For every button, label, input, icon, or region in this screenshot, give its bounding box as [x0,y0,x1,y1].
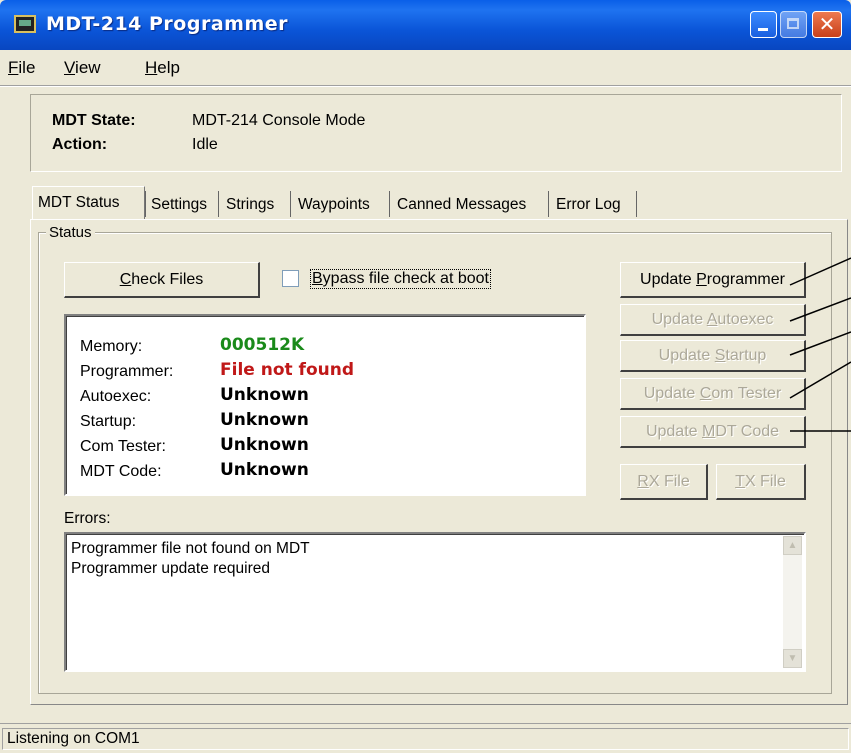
state-panel [30,94,842,172]
tab-canned-messages[interactable]: Canned Messages [397,193,526,219]
error-line: Programmer file not found on MDT [71,540,310,557]
tab-error-log[interactable]: Error Log [556,193,621,219]
tab-divider [389,191,390,217]
tab-settings[interactable]: Settings [151,193,207,219]
file-value-programmer: File not found [220,360,354,380]
file-name-mdt-code: MDT Code: [80,463,162,480]
minimize-icon [758,28,768,31]
rx-file-button[interactable]: RX File [620,464,708,500]
mdt-state-value: MDT-214 Console Mode [192,112,366,129]
close-button[interactable]: ✕ [812,11,842,38]
file-value-com-tester: Unknown [220,435,309,455]
tab-divider [548,191,549,217]
tab-mdt-status[interactable]: MDT Status [38,191,120,217]
tx-file-button[interactable]: TX File [716,464,806,500]
tab-divider [290,191,291,217]
file-name-com-tester: Com Tester: [80,438,166,455]
menu-bar: File View Help [0,52,851,82]
tab-divider [145,191,146,217]
file-name-autoexec: Autoexec: [80,388,152,405]
tab-divider [636,191,637,217]
mdt-state-label: MDT State: [52,112,136,129]
file-value-startup: Unknown [220,410,309,430]
update-startup-button[interactable]: Update Startup [620,340,806,372]
menu-file[interactable]: File [8,58,35,78]
errors-textbox[interactable]: Programmer file not found on MDT Program… [64,532,806,672]
scroll-up-icon[interactable]: ▲ [783,536,802,555]
update-autoexec-button[interactable]: Update Autoexec [620,304,806,336]
menu-help[interactable]: Help [145,58,180,78]
status-bar: Listening on COM1 [0,723,851,753]
tab-strings[interactable]: Strings [226,193,274,219]
update-programmer-button[interactable]: Update Programmer [620,262,806,298]
file-status-list: Memory: 000512K Programmer: File not fou… [64,314,586,496]
update-mdt-code-button[interactable]: Update MDT Code [620,416,806,448]
tab-waypoints[interactable]: Waypoints [298,193,370,219]
file-value-memory: 000512K [220,335,305,355]
update-com-tester-button[interactable]: Update Com Tester [620,378,806,410]
file-value-mdt-code: Unknown [220,460,309,480]
maximize-button[interactable] [780,11,807,38]
status-group-title: Status [46,224,95,241]
file-name-programmer: Programmer: [80,363,174,380]
action-value: Idle [192,136,218,153]
title-bar[interactable]: MDT-214 Programmer ✕ [0,0,851,50]
minimize-button[interactable] [750,11,777,38]
maximize-icon [787,18,799,29]
file-value-autoexec: Unknown [220,385,309,405]
errors-label: Errors: [64,510,111,527]
scroll-down-icon[interactable]: ▼ [783,649,802,668]
check-files-button[interactable]: Check Files [64,262,260,298]
file-name-startup: Startup: [80,413,137,430]
window-title: MDT-214 Programmer [46,13,289,35]
bypass-label[interactable]: Bypass file check at boot [310,269,491,289]
menu-separator [0,85,851,87]
errors-scrollbar[interactable]: ▲ ▼ [783,536,802,668]
file-name-memory: Memory: [80,338,143,355]
action-label: Action: [52,136,108,153]
bypass-checkbox[interactable] [282,270,299,287]
app-icon [14,15,36,33]
error-line: Programmer update required [71,560,271,577]
tab-divider [218,191,219,217]
app-window: MDT-214 Programmer ✕ File View Help MDT … [0,0,851,753]
status-text: Listening on COM1 [2,728,849,750]
close-icon: ✕ [818,12,836,36]
menu-view[interactable]: View [64,58,101,78]
